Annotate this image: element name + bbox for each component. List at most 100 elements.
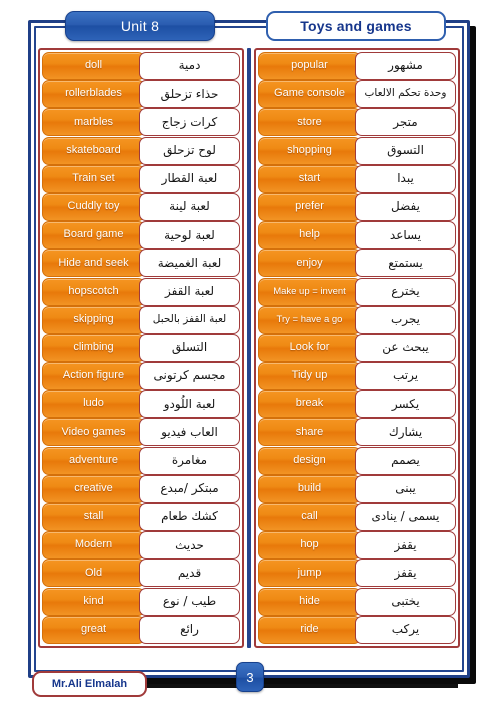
meaning-cell: يقفز [355,559,456,588]
meaning-cell: التسوق [355,136,456,165]
vocab-row: kind طيب / نوع [42,587,240,616]
vocab-row: build يبنى [258,474,456,503]
term-cell: skipping [42,305,145,334]
term-cell: marbles [42,108,145,137]
meaning-cell: يشارك [355,418,456,447]
vocab-row: Try = have a go يجرب [258,305,456,334]
author-badge: Mr.Ali Elmalah [32,671,147,697]
term-cell: skateboard [42,136,145,165]
meaning-cell: يقفز [355,531,456,560]
term-cell: start [258,164,361,193]
meaning-cell: حذاء تزحلق [139,80,240,109]
vocab-row: adventure مغامرة [42,446,240,475]
meaning-cell: يستمتع [355,249,456,278]
vocab-row: stall كشك طعام [42,503,240,531]
meaning-cell: التسلق [139,333,240,362]
vocab-row: skateboard لوح تزحلق [42,136,240,165]
meaning-cell: لعبة القفز بالحبل [139,305,240,334]
term-cell: Train set [42,164,145,193]
term-cell: Old [42,559,145,588]
meaning-cell: كرات زجاج [139,108,240,137]
vocab-row: Video games العاب فيديو [42,418,240,447]
term-cell: build [258,474,361,503]
vocab-row: start يبدا [258,164,456,193]
term-cell: Hide and seek [42,249,145,278]
worksheet-page: Unit 8 Toys and games doll دمية rollerblad… [0,0,500,707]
meaning-cell: مشهور [355,52,456,80]
vocab-row: Look for يبحث عن [258,333,456,362]
vocab-row: Hide and seek لعبة الغميضة [42,249,240,278]
meaning-cell: يختبى [355,587,456,616]
meaning-cell: يخترع [355,277,456,306]
vocab-row: hop يقفز [258,531,456,560]
term-cell: shopping [258,136,361,165]
vocab-row: popular مشهور [258,52,456,80]
meaning-cell: لعبة الغميضة [139,249,240,278]
meaning-cell: مجسم كرتونى [139,362,240,391]
vocab-row: enjoy يستمتع [258,249,456,278]
term-cell: ride [258,615,361,644]
term-cell: creative [42,474,145,503]
term-cell: hide [258,587,361,616]
vocabulary-tables: doll دمية rollerblades حذاء تزحلق marbles كرا… [38,48,460,648]
meaning-cell: يجرب [355,305,456,334]
column-divider [244,48,254,648]
term-cell: Make up = invent [258,277,361,306]
term-cell: doll [42,52,145,80]
meaning-cell: حديث [139,531,240,560]
vocab-row: shopping التسوق [258,136,456,165]
meaning-cell: يرتب [355,362,456,391]
vocab-row: help يساعد [258,221,456,250]
meaning-cell: يساعد [355,221,456,250]
term-cell: Try = have a go [258,305,361,334]
meaning-cell: متجر [355,108,456,137]
term-cell: enjoy [258,249,361,278]
term-cell: popular [258,52,361,80]
vocab-row: great رائع [42,615,240,644]
page-number-badge: 3 [236,662,264,692]
meaning-cell: لعبة اللُودو [139,390,240,419]
term-cell: rollerblades [42,80,145,109]
term-cell: Action figure [42,362,145,391]
term-cell: break [258,390,361,419]
vocab-row: ludo لعبة اللُودو [42,390,240,419]
meaning-cell: يبحث عن [355,333,456,362]
meaning-cell: لعبة القطار [139,164,240,193]
vocab-row: Modern حديث [42,531,240,560]
term-cell: hopscotch [42,277,145,306]
meaning-cell: يبنى [355,474,456,503]
meaning-cell: طيب / نوع [139,587,240,616]
vocab-row: Tidy up يرتب [258,362,456,391]
term-cell: Board game [42,221,145,250]
vocab-row: Board game لعبة لوحية [42,221,240,250]
vocab-row: design يصمم [258,446,456,475]
vocab-row: Action figure مجسم كرتونى [42,362,240,391]
meaning-cell: قديم [139,559,240,588]
term-cell: Cuddly toy [42,192,145,221]
vocab-row: Cuddly toy لعبة لينة [42,192,240,221]
vocab-row: hide يختبى [258,587,456,616]
meaning-cell: يبدا [355,164,456,193]
vocab-table-right: popular مشهور Game console وحدة تحكم الالعا… [254,48,460,648]
term-cell: Game console [258,80,361,109]
term-cell: hop [258,531,361,560]
meaning-cell: لعبة لينة [139,192,240,221]
meaning-cell: مبتكر /مبدع [139,474,240,503]
term-cell: adventure [42,446,145,475]
vocab-row: creative مبتكر /مبدع [42,474,240,503]
term-cell: great [42,615,145,644]
meaning-cell: يكسر [355,390,456,419]
vocab-row: Train set لعبة القطار [42,164,240,193]
term-cell: prefer [258,192,361,221]
term-cell: climbing [42,333,145,362]
term-cell: share [258,418,361,447]
term-cell: Look for [258,333,361,362]
meaning-cell: دمية [139,52,240,80]
vocab-row: share يشارك [258,418,456,447]
vocab-row: call يسمى / ينادى [258,503,456,531]
term-cell: Tidy up [258,362,361,391]
term-cell: jump [258,559,361,588]
term-cell: call [258,503,361,531]
term-cell: ludo [42,390,145,419]
vocab-row: Game console وحدة تحكم الالعاب [258,80,456,109]
